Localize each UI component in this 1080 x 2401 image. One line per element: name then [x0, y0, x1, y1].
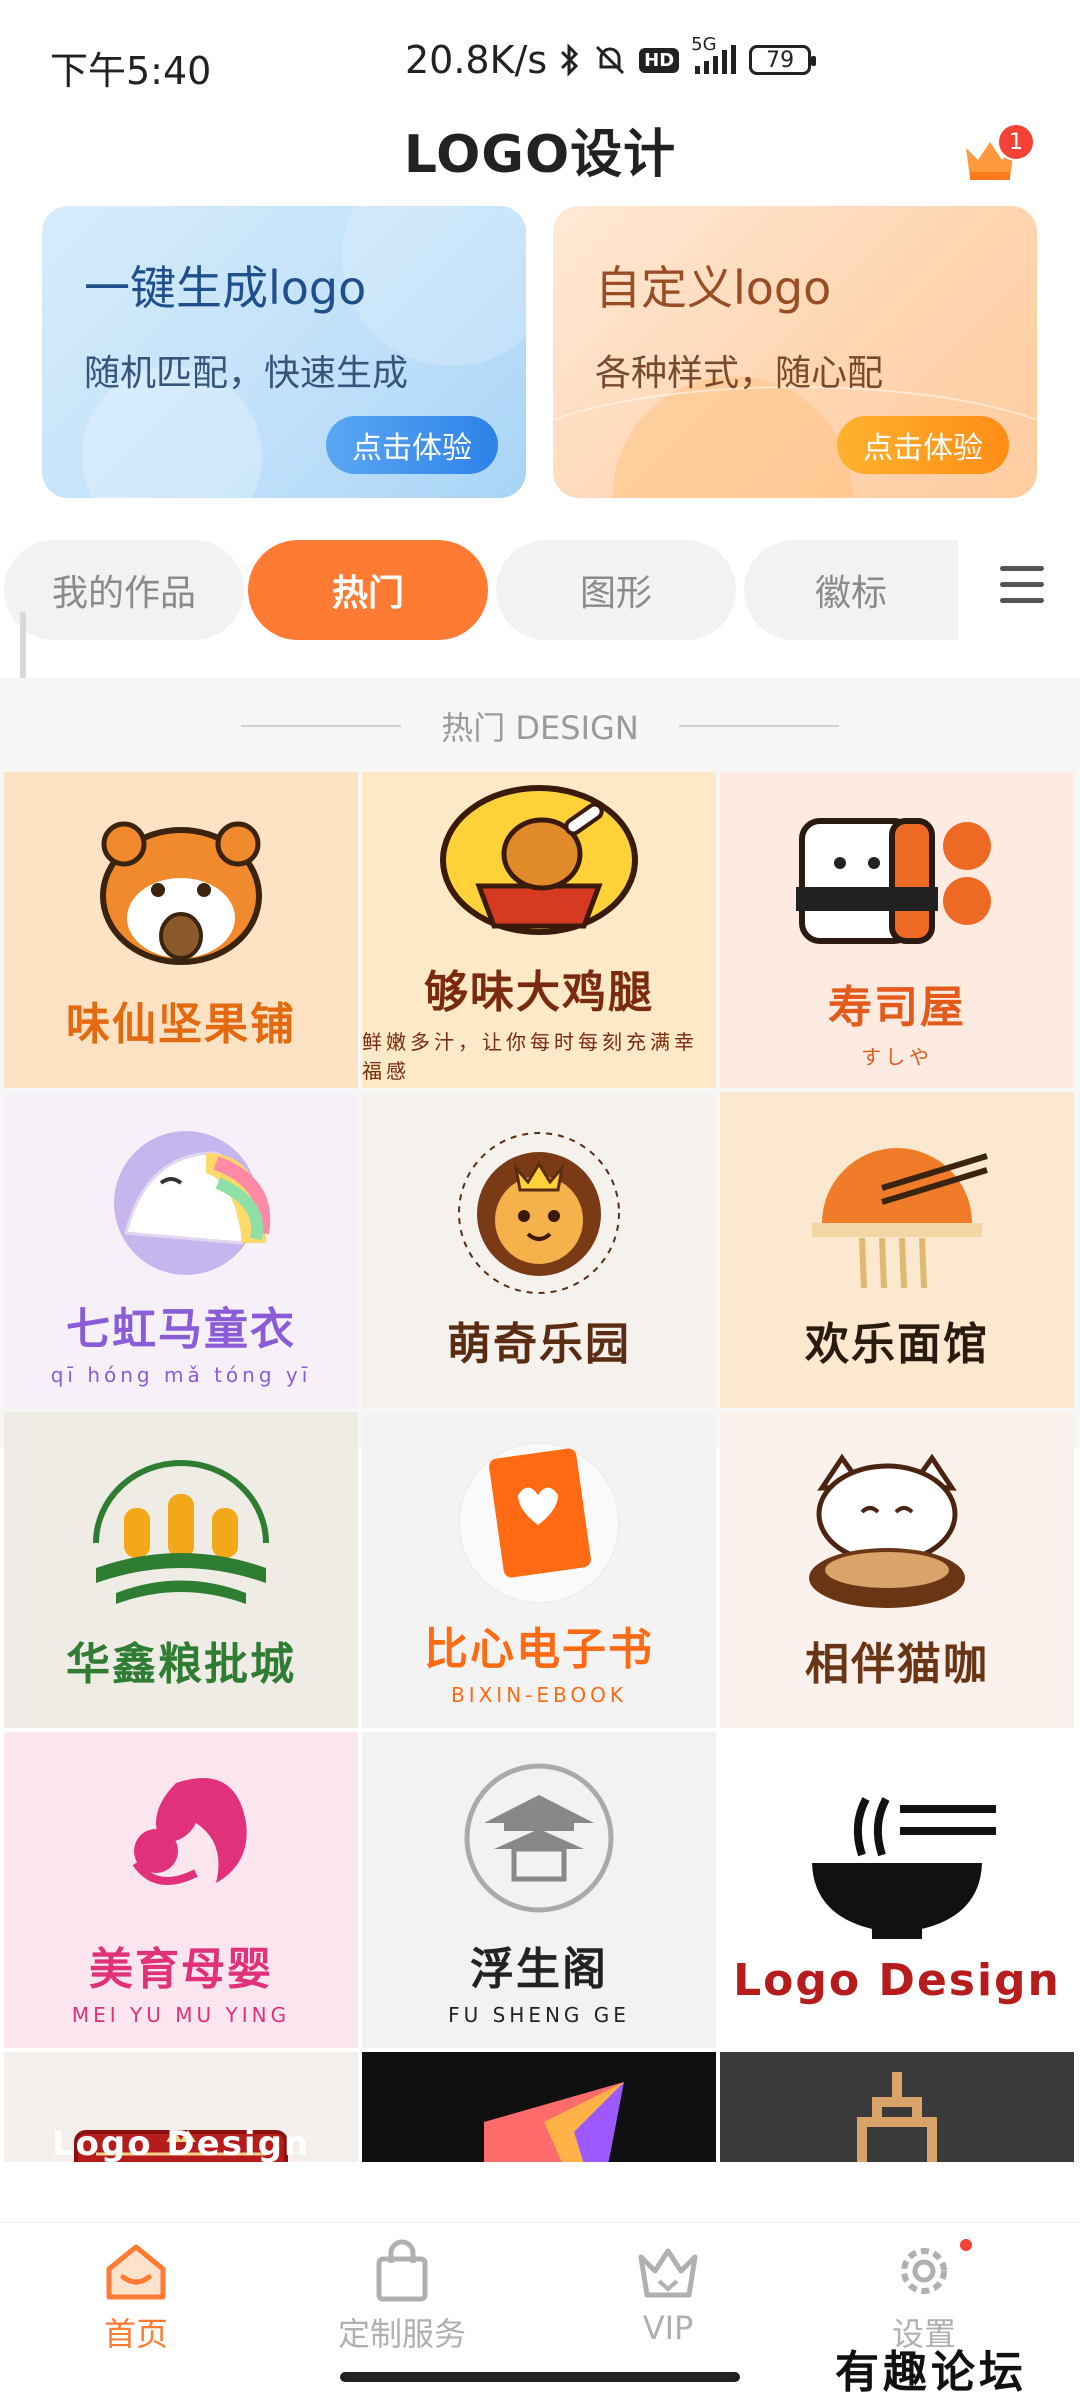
decor-shape	[342, 206, 526, 366]
logo-tile[interactable]: 味仙坚果铺	[4, 772, 358, 1088]
status-bar: 下午5:40 20.8K/s HD 5G 79	[0, 0, 1080, 120]
logo-subtitle: 鲜嫩多汁，让你每时每刻充满幸福感	[362, 1030, 698, 1083]
logo-tile[interactable]: 够味大鸡腿鲜嫩多汁，让你每时每刻充满幸福感	[362, 772, 716, 1088]
menu-icon[interactable]	[1000, 566, 1044, 606]
battery-icon: 79	[749, 45, 817, 75]
watermark: 有趣论坛	[835, 2347, 1027, 2398]
net-speed: 20.8K/s	[405, 38, 548, 82]
logo-subtitle: qī hóng mǎ tóng yī	[50, 1363, 312, 1387]
tab-graphics[interactable]: 图形	[496, 540, 736, 640]
nav-label: 定制服务	[337, 2315, 466, 2353]
signal-icon: 5G	[691, 34, 737, 76]
nav-label: 首页	[103, 2315, 168, 2353]
category-tabs: 我的作品 热门 图形 徽标	[0, 540, 1080, 640]
logo-tile[interactable]	[362, 2052, 716, 2162]
nav-vip[interactable]: VIP	[568, 2239, 768, 2347]
logo-tile[interactable]	[720, 2052, 1074, 2162]
hd-icon: HD	[639, 47, 680, 73]
logo-tile[interactable]: 萌奇乐园	[362, 1092, 716, 1408]
logo-name: 味仙坚果铺	[66, 999, 296, 1050]
logo-name: 够味大鸡腿	[424, 967, 654, 1018]
logo-tile[interactable]: 华鑫粮批城	[4, 1412, 358, 1728]
logo-tile[interactable]: 欢乐面馆	[720, 1092, 1074, 1408]
logo-tile[interactable]: 寿司屋 すしや	[720, 772, 1074, 1088]
logo-artwork	[424, 776, 654, 946]
logo-tile[interactable]: Logo Design	[4, 2052, 358, 2162]
logo-name: 相伴猫咖	[805, 1639, 989, 1690]
logo-artwork	[66, 1113, 296, 1283]
home-indicator	[340, 2372, 740, 2382]
logo-tile[interactable]: Logo Design	[720, 1732, 1074, 2048]
logo-name: 比心电子书	[424, 1624, 654, 1675]
logo-tile[interactable]: 七虹马童衣 qī hóng mǎ tóng yī	[4, 1092, 358, 1408]
divider	[241, 725, 402, 727]
logo-artwork	[424, 1433, 654, 1603]
promo-title: 自定义logo	[595, 261, 832, 315]
crown-icon	[638, 2248, 698, 2298]
tab-badges[interactable]: 徽标	[744, 540, 958, 640]
logo-name: 萌奇乐园	[447, 1319, 631, 1370]
nav-home[interactable]: 首页	[36, 2239, 236, 2355]
notification-badge: 1	[997, 123, 1035, 161]
nav-label: VIP	[642, 2309, 694, 2347]
promo-subtitle: 各种样式，随心配	[595, 353, 884, 394]
logo-artwork	[424, 1753, 654, 1923]
status-time: 下午5:40	[50, 49, 212, 93]
status-icons: 20.8K/s HD 5G 79	[405, 34, 817, 82]
logo-artwork	[782, 1128, 1012, 1298]
signal-label: 5G	[691, 34, 717, 55]
tab-my-works[interactable]: 我的作品	[4, 540, 244, 640]
promo-subtitle: 随机匹配，快速生成	[84, 353, 409, 394]
section-header: 热门 DESIGN	[0, 702, 1080, 750]
bag-icon	[376, 2239, 428, 2302]
logo-name: Logo Design	[51, 2124, 311, 2162]
logo-artwork	[782, 2062, 1012, 2162]
home-icon	[106, 2244, 166, 2300]
logo-tile[interactable]: 美育母婴 MEI YU MU YING	[4, 1732, 358, 2048]
logo-name: 欢乐面馆	[805, 1319, 989, 1370]
promo-title: 一键生成logo	[84, 261, 367, 315]
section-title: 热门 DESIGN	[441, 709, 639, 747]
try-button[interactable]: 点击体验	[837, 416, 1009, 474]
promo-card-custom[interactable]: 自定义logo 各种样式，随心配 点击体验	[553, 206, 1037, 498]
logo-artwork	[66, 1448, 296, 1618]
logo-name: 寿司屋	[828, 981, 966, 1033]
logo-name: Logo Design	[733, 1954, 1061, 2006]
logo-subtitle: すしや	[861, 1044, 933, 1069]
settings-badge-dot	[960, 2239, 972, 2251]
logo-subtitle: FU SHENG GE	[448, 2003, 630, 2027]
logo-subtitle: MEI YU MU YING	[71, 2003, 291, 2027]
logo-tile[interactable]: 比心电子书 BIXIN-EBOOK	[362, 1412, 716, 1728]
logo-tile[interactable]: 浮生阁 FU SHENG GE	[362, 1732, 716, 2048]
logo-name: 华鑫粮批城	[66, 1639, 296, 1690]
logo-tile[interactable]: 相伴猫咖	[720, 1412, 1074, 1728]
divider	[678, 725, 839, 727]
page-title: LOGO设计	[403, 125, 677, 185]
nav-custom-service[interactable]: 定制服务	[302, 2239, 502, 2355]
logo-artwork	[66, 1753, 296, 1923]
try-button[interactable]: 点击体验	[326, 416, 498, 474]
logo-artwork	[782, 1775, 1012, 1945]
bluetooth-icon	[559, 43, 581, 77]
gear-icon	[901, 2248, 947, 2294]
promo-card-auto[interactable]: 一键生成logo 随机匹配，快速生成 点击体验	[42, 206, 526, 498]
logo-name: 美育母婴	[89, 1944, 273, 1995]
logo-artwork	[782, 791, 1012, 961]
mute-bell-icon	[593, 43, 627, 77]
logo-artwork	[424, 2062, 654, 2162]
logo-subtitle: BIXIN-EBOOK	[450, 1683, 627, 1707]
logo-artwork	[66, 808, 296, 978]
logo-artwork	[424, 1128, 654, 1298]
logo-name: 七虹马童衣	[66, 1304, 296, 1355]
tab-hot[interactable]: 热门	[248, 540, 488, 640]
logo-name: 浮生阁	[470, 1944, 608, 1995]
logo-artwork	[782, 1448, 1012, 1618]
